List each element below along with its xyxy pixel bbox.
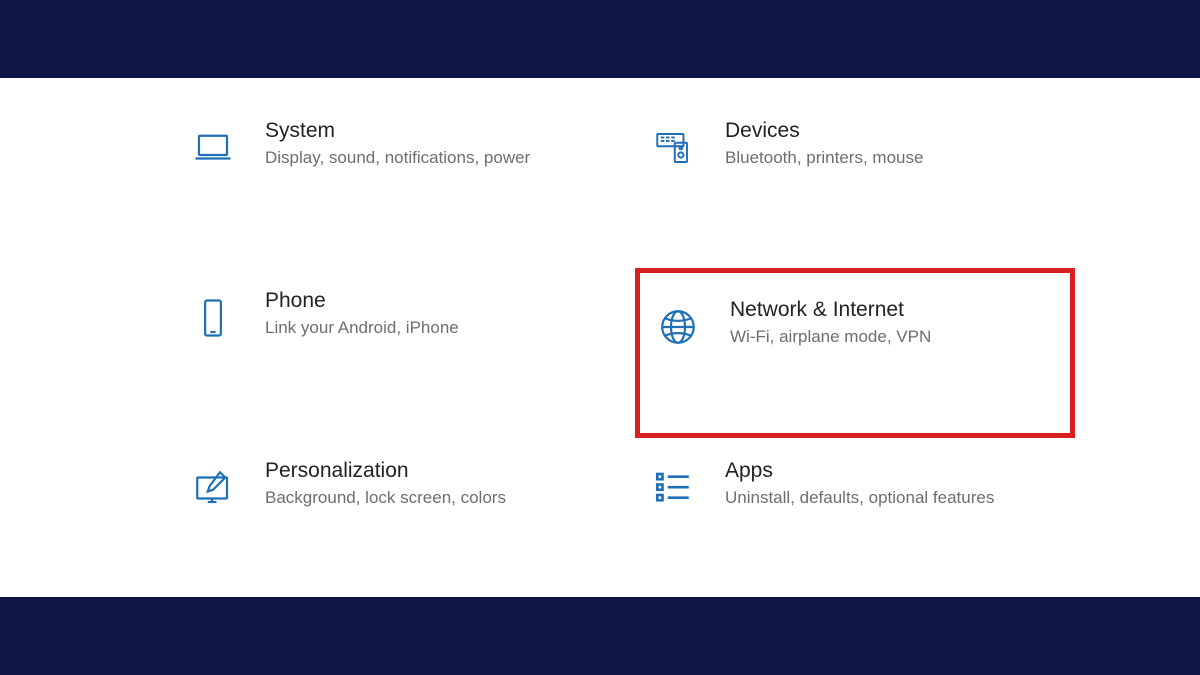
category-network[interactable]: Network & Internet Wi-Fi, airplane mode,… bbox=[635, 268, 1075, 438]
laptop-icon bbox=[185, 120, 241, 176]
category-personalization[interactable]: Personalization Background, lock screen,… bbox=[175, 448, 615, 608]
category-text: Devices Bluetooth, printers, mouse bbox=[725, 118, 923, 170]
category-desc: Link your Android, iPhone bbox=[265, 317, 459, 340]
category-title: System bbox=[265, 118, 530, 143]
categories-grid: System Display, sound, notifications, po… bbox=[175, 108, 1200, 608]
category-title: Apps bbox=[725, 458, 994, 483]
globe-icon bbox=[650, 299, 706, 355]
category-desc: Uninstall, defaults, optional features bbox=[725, 487, 994, 510]
category-desc: Wi-Fi, airplane mode, VPN bbox=[730, 326, 931, 349]
category-text: Phone Link your Android, iPhone bbox=[265, 288, 459, 340]
category-text: Apps Uninstall, defaults, optional featu… bbox=[725, 458, 994, 510]
apps-icon bbox=[645, 460, 701, 516]
category-text: Network & Internet Wi-Fi, airplane mode,… bbox=[730, 297, 931, 349]
devices-icon bbox=[645, 120, 701, 176]
top-bar bbox=[0, 0, 1200, 78]
category-phone[interactable]: Phone Link your Android, iPhone bbox=[175, 278, 615, 438]
category-title: Personalization bbox=[265, 458, 506, 483]
category-apps[interactable]: Apps Uninstall, defaults, optional featu… bbox=[635, 448, 1075, 608]
bottom-bar bbox=[0, 597, 1200, 675]
category-text: Personalization Background, lock screen,… bbox=[265, 458, 506, 510]
settings-categories-panel: System Display, sound, notifications, po… bbox=[0, 78, 1200, 597]
category-title: Network & Internet bbox=[730, 297, 931, 322]
category-devices[interactable]: Devices Bluetooth, printers, mouse bbox=[635, 108, 1075, 268]
phone-icon bbox=[185, 290, 241, 346]
category-desc: Bluetooth, printers, mouse bbox=[725, 147, 923, 170]
category-desc: Background, lock screen, colors bbox=[265, 487, 506, 510]
category-title: Devices bbox=[725, 118, 923, 143]
category-desc: Display, sound, notifications, power bbox=[265, 147, 530, 170]
category-title: Phone bbox=[265, 288, 459, 313]
category-system[interactable]: System Display, sound, notifications, po… bbox=[175, 108, 615, 268]
category-text: System Display, sound, notifications, po… bbox=[265, 118, 530, 170]
personalize-icon bbox=[185, 460, 241, 516]
